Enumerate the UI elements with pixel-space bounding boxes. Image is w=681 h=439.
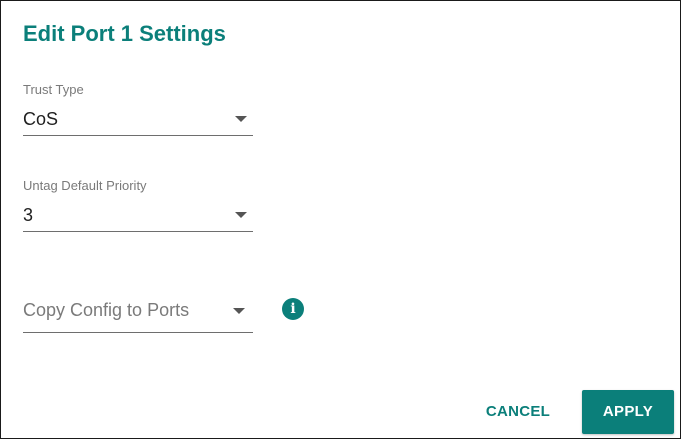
chevron-down-icon (233, 308, 245, 314)
copy-config-select[interactable]: Copy Config to Ports (23, 291, 253, 333)
trust-type-value: CoS (23, 109, 59, 129)
trust-type-select[interactable]: CoS (23, 104, 253, 136)
trust-type-field: Trust Type CoS (23, 82, 253, 136)
untag-default-priority-select[interactable]: 3 (23, 200, 253, 232)
untag-default-priority-field: Untag Default Priority 3 (23, 178, 253, 232)
copy-config-field: Copy Config to Ports (23, 291, 253, 333)
dialog-title: Edit Port 1 Settings (23, 21, 226, 46)
chevron-down-icon (235, 116, 247, 122)
edit-port-dialog: Edit Port 1 Settings Trust Type CoS Unta… (0, 0, 681, 439)
untag-default-priority-value: 3 (23, 205, 34, 225)
cancel-button[interactable]: CANCEL (473, 390, 563, 434)
info-icon[interactable]: i (282, 298, 304, 320)
trust-type-label: Trust Type (23, 82, 84, 97)
chevron-down-icon (235, 212, 247, 218)
apply-button[interactable]: APPLY (582, 390, 674, 434)
untag-default-priority-label: Untag Default Priority (23, 178, 147, 193)
copy-config-placeholder: Copy Config to Ports (23, 300, 190, 320)
